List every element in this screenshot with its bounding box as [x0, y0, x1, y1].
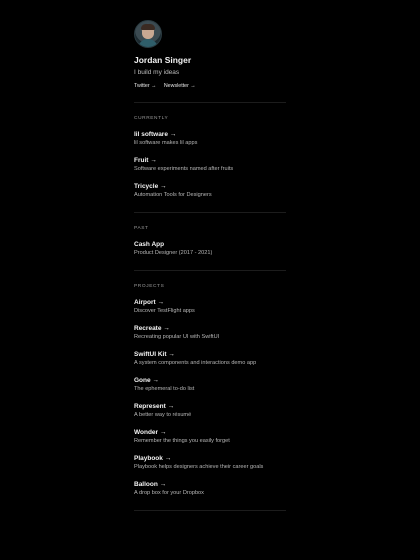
- item-description: Automation Tools for Designers: [134, 192, 212, 198]
- avatar-hair: [141, 24, 155, 30]
- section-past: PAST Cash App Product Designer (2017 - 2…: [134, 225, 286, 258]
- item-title: Fruit →: [134, 157, 157, 164]
- item-title: SwiftUI Kit →: [134, 351, 175, 358]
- item-title: Gone →: [134, 377, 159, 384]
- section-projects: PROJECTS Airport → Discover TestFlight a…: [134, 283, 286, 498]
- divider: [134, 270, 286, 271]
- item-description: Recreating popular UI with SwiftUI: [134, 334, 220, 340]
- newsletter-link[interactable]: Newsletter →: [164, 83, 196, 89]
- list-item-balloon[interactable]: Balloon → A drop box for your Dropbox: [134, 480, 286, 498]
- section-label: PAST: [134, 226, 149, 231]
- profile-tagline: I build my ideas: [134, 69, 180, 76]
- item-title: Cash App: [134, 241, 165, 248]
- profile-name: Jordan Singer: [134, 55, 192, 65]
- item-title: Tricycle →: [134, 183, 167, 190]
- divider: [134, 102, 286, 103]
- item-description: Product Designer (2017 - 2021): [134, 250, 213, 256]
- list-item-gone[interactable]: Gone → The ephemeral to-do list: [134, 376, 286, 394]
- list-item-tricycle[interactable]: Tricycle → Automation Tools for Designer…: [134, 182, 286, 200]
- twitter-link[interactable]: Twitter →: [134, 83, 156, 89]
- list-item-airport[interactable]: Airport → Discover TestFlight apps: [134, 298, 286, 316]
- item-description: Discover TestFlight apps: [134, 308, 195, 314]
- item-description: lil software makes lil apps: [134, 140, 198, 146]
- list-item-represent[interactable]: Represent → A better way to résumé: [134, 402, 286, 420]
- item-description: A better way to résumé: [134, 412, 192, 418]
- content-column: Jordan Singer I build my ideas Twitter →…: [134, 20, 286, 523]
- item-title: Wonder →: [134, 429, 167, 436]
- item-title: Recreate →: [134, 325, 170, 332]
- item-title: Airport →: [134, 299, 164, 306]
- item-description: Remember the things you easily forget: [134, 438, 230, 444]
- section-label: PROJECTS: [134, 284, 165, 289]
- avatar-shirt: [138, 39, 158, 47]
- list-item-cash-app: Cash App Product Designer (2017 - 2021): [134, 240, 286, 258]
- item-title: Playbook →: [134, 455, 172, 462]
- item-description: A drop box for your Dropbox: [134, 490, 204, 496]
- item-title: Represent →: [134, 403, 175, 410]
- list-item-wonder[interactable]: Wonder → Remember the things you easily …: [134, 428, 286, 446]
- list-item-playbook[interactable]: Playbook → Playbook helps designers achi…: [134, 454, 286, 472]
- divider: [134, 212, 286, 213]
- list-item-lil-software[interactable]: lil software → lil software makes lil ap…: [134, 130, 286, 148]
- item-title: lil software →: [134, 131, 177, 138]
- list-item-fruit[interactable]: Fruit → Software experiments named after…: [134, 156, 286, 174]
- profile-links: Twitter → Newsletter →: [134, 82, 286, 90]
- section-label: CURRENTLY: [134, 116, 169, 121]
- list-item-swiftui-kit[interactable]: SwiftUI Kit → A system components and in…: [134, 350, 286, 368]
- page: Jordan Singer I build my ideas Twitter →…: [0, 0, 420, 560]
- item-description: Software experiments named after fruits: [134, 166, 234, 172]
- divider: [134, 510, 286, 511]
- section-currently: CURRENTLY lil software → lil software ma…: [134, 115, 286, 200]
- item-description: A system components and interactions dem…: [134, 360, 257, 366]
- item-description: The ephemeral to-do list: [134, 386, 195, 392]
- avatar: [134, 20, 162, 48]
- list-item-recreate[interactable]: Recreate → Recreating popular UI with Sw…: [134, 324, 286, 342]
- item-description: Playbook helps designers achieve their c…: [134, 464, 264, 470]
- item-title: Balloon →: [134, 481, 167, 488]
